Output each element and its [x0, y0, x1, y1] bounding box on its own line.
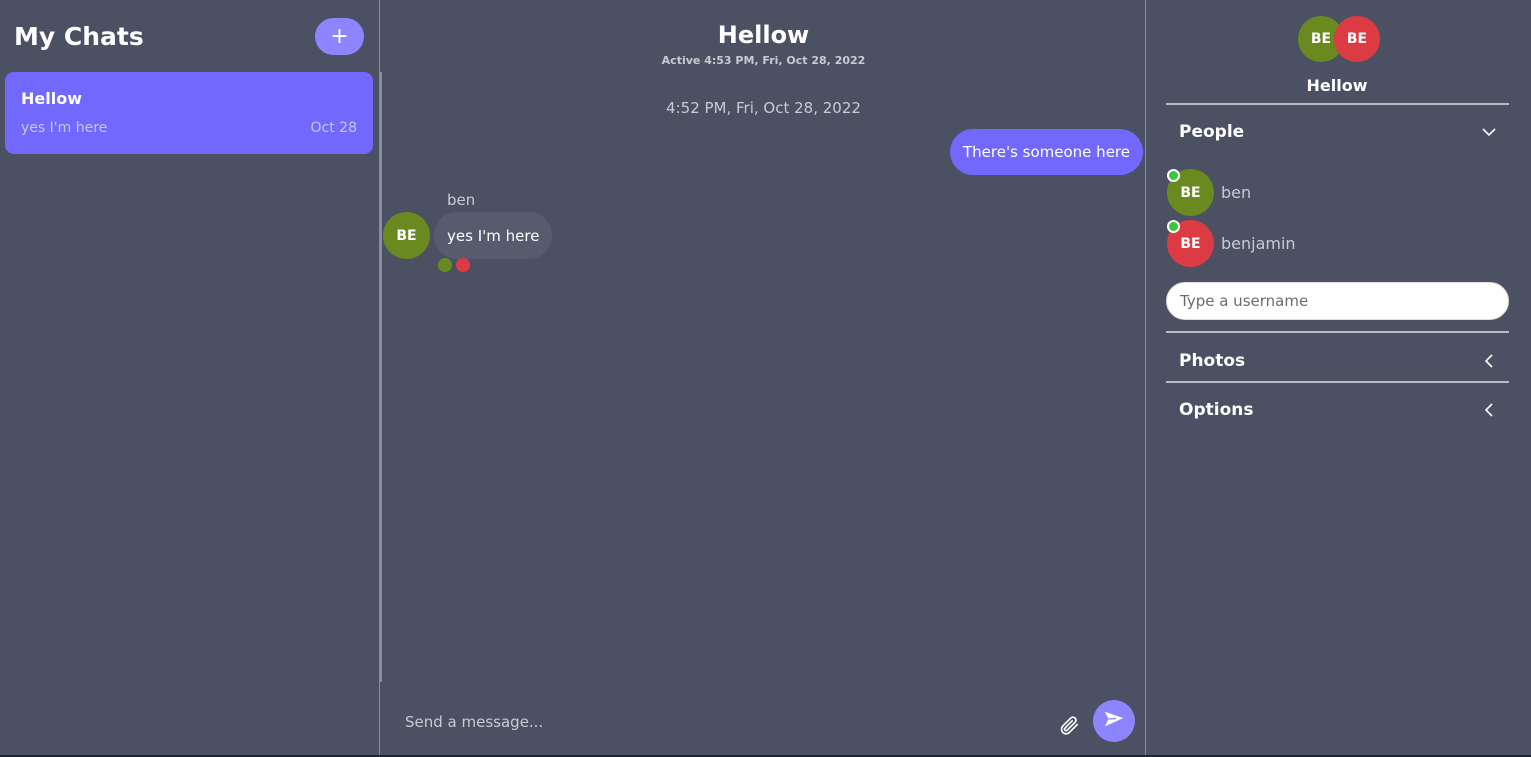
feed-left-divider — [380, 72, 382, 682]
their-message-text: yes I'm here — [447, 226, 540, 245]
chevron-down-icon — [1481, 124, 1497, 140]
send-icon — [1103, 708, 1125, 734]
online-indicator — [1167, 169, 1180, 182]
person-benjamin[interactable]: BE benjamin — [1167, 220, 1467, 268]
people-label: People — [1179, 122, 1245, 142]
chat-card-date: Oct 28 — [310, 120, 357, 136]
sidebar-title: My Chats — [14, 22, 144, 51]
divider — [1166, 331, 1509, 333]
chevron-left-icon — [1481, 353, 1497, 369]
paperclip-icon[interactable] — [1058, 714, 1080, 736]
feed-right-divider — [1145, 88, 1146, 678]
details-title: Hellow — [1306, 76, 1368, 95]
person-name: benjamin — [1221, 234, 1296, 253]
divider — [1166, 381, 1509, 383]
chat-feed: Hellow Active 4:53 PM, Fri, Oct 28, 2022… — [380, 0, 1146, 755]
chevron-left-icon — [1481, 402, 1497, 418]
online-indicator — [1167, 220, 1180, 233]
chat-title: Hellow — [717, 21, 810, 49]
message-timestamp: 4:52 PM, Fri, Oct 28, 2022 — [666, 99, 861, 117]
read-receipt-benjamin — [456, 258, 470, 272]
new-chat-button[interactable]: + — [315, 18, 364, 55]
chat-status: Active 4:53 PM, Fri, Oct 28, 2022 — [661, 54, 866, 67]
message-input[interactable] — [405, 702, 1025, 742]
message-composer — [381, 690, 1146, 755]
photos-section-toggle[interactable]: Photos — [1166, 339, 1509, 381]
plus-icon: + — [330, 24, 349, 49]
sender-name: ben — [447, 191, 476, 209]
people-section-toggle[interactable]: People — [1166, 110, 1509, 152]
chat-card-preview: yes I'm here — [21, 120, 108, 136]
chat-card-hellow[interactable]: Hellow yes I'm here Oct 28 — [5, 72, 373, 154]
photos-label: Photos — [1179, 351, 1246, 371]
group-avatar: BE — [1334, 16, 1380, 62]
my-message-text: There's someone here — [963, 143, 1130, 161]
chat-details: BE BE Hellow People BE ben BE benjamin P… — [1147, 0, 1531, 755]
read-receipt-ben — [438, 258, 452, 272]
sender-avatar: BE — [383, 212, 430, 259]
chat-app: My Chats + Hellow yes I'm here Oct 28 He… — [0, 0, 1531, 755]
options-section-toggle[interactable]: Options — [1166, 388, 1509, 430]
options-label: Options — [1179, 400, 1254, 420]
username-input[interactable] — [1166, 282, 1509, 320]
my-message-bubble: There's someone here — [950, 129, 1143, 175]
person-name: ben — [1221, 183, 1252, 202]
their-message-bubble: yes I'm here — [434, 212, 553, 259]
divider — [1166, 103, 1509, 105]
chat-card-title: Hellow — [21, 89, 82, 108]
send-button[interactable] — [1093, 700, 1135, 742]
chats-sidebar: My Chats + Hellow yes I'm here Oct 28 — [0, 0, 380, 755]
person-ben[interactable]: BE ben — [1167, 169, 1467, 217]
